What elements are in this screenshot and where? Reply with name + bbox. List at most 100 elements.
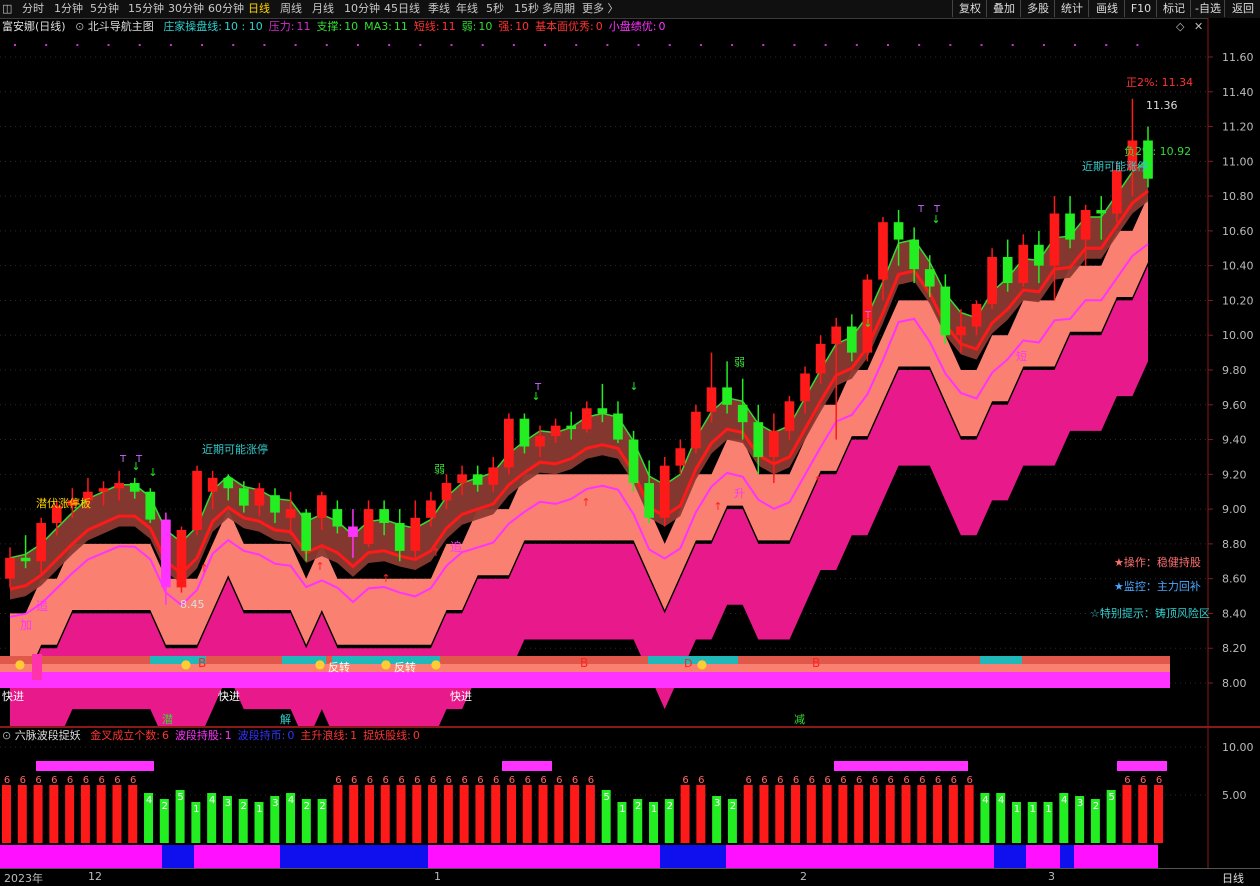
lines-bar-label: 6 [888, 775, 894, 786]
tab-5[interactable]: 60分钟 [208, 1, 244, 17]
period-label[interactable]: 日线 [1222, 870, 1244, 886]
tab-0[interactable]: 分时 [22, 1, 44, 17]
lines-bar-label: 3 [225, 798, 231, 809]
lines-bar [112, 785, 122, 843]
lines-bar [333, 785, 343, 843]
lines-bar-label: 1 [1030, 804, 1036, 815]
tab-12[interactable]: 年线 [456, 1, 478, 17]
sub-chart[interactable]: 5.0010.006 6 6 6 6 6 6 6 642514 3 2 13 42 26 6 6 6 6 6 6 6 6 6… [0, 728, 1260, 868]
tab-16[interactable]: 更多 〉 [582, 1, 619, 17]
up-arrow-icon: ↑ [813, 474, 822, 487]
lines-bar [696, 785, 706, 843]
strip-3 [0, 672, 1170, 688]
up-arrow-icon: ↑ [315, 560, 324, 573]
candle-body [316, 495, 327, 518]
toolbar-button-0[interactable]: 复权 [952, 0, 987, 17]
toolbar-button-2[interactable]: 多股 [1020, 0, 1055, 17]
signal-dot [793, 44, 796, 46]
period-toolbar: ◫ 分时 1分钟 5分钟 15分钟 30分钟 60分钟 日线 周线 月线 10分钟 45日线 季线 年线… [0, 0, 1260, 19]
y-tick-label: 11.40 [1222, 86, 1254, 99]
lines-bar-label: 6 [51, 775, 57, 786]
tab-7[interactable]: 周线 [280, 1, 302, 17]
moneybag-icon: ● [381, 657, 391, 671]
candle-body [394, 523, 405, 551]
lines-bar-label: 6 [430, 775, 436, 786]
candle-body [270, 495, 280, 513]
candle-body [956, 326, 966, 336]
candle-body [1111, 170, 1122, 214]
limit-up-label: 近期可能涨停 [202, 442, 268, 456]
lines-bar-label: 6 [383, 775, 389, 786]
main-chart[interactable]: 8.00 8.20 8.40 8.60 8.80 9.00 9.20 9.40 9.60 9.80… [0, 18, 1260, 726]
candle-body [1096, 210, 1107, 214]
lines-bar [33, 785, 43, 843]
up-arrow-icon: ↑ [199, 562, 208, 575]
tab-8[interactable]: 月线 [312, 1, 334, 17]
candle-body [207, 477, 218, 492]
window-icon[interactable]: ◫ [2, 1, 12, 17]
tab-6[interactable]: 日线 [248, 1, 270, 17]
moneybag-icon: ● [431, 657, 441, 671]
tab-14[interactable]: 15秒 [514, 1, 539, 17]
candle-body [831, 326, 842, 344]
lines-bar [443, 785, 453, 843]
lines-bar-label: 2 [162, 801, 168, 812]
lines-bar-label: 6 [367, 775, 373, 786]
lines-bar-label: 6 [461, 775, 467, 786]
toolbar-button-5[interactable]: F10 [1124, 0, 1157, 17]
candle-body [800, 373, 810, 402]
candle-body [613, 413, 623, 440]
chase-label: 追 [36, 598, 48, 613]
sub-y-tick-label: 10.00 [1222, 741, 1254, 754]
tab-13[interactable]: 5秒 [486, 1, 504, 17]
candle-body [145, 491, 156, 520]
lines-bar [396, 785, 406, 843]
lines-bar [554, 785, 564, 843]
tab-2[interactable]: 5分钟 [90, 1, 119, 17]
up-arrow-icon: ↑ [581, 496, 590, 509]
tab-9[interactable]: 10分钟 [344, 1, 380, 17]
limit-up-label: 近期可能涨停 [1082, 159, 1148, 173]
candle-body [597, 408, 608, 414]
lines-bar-label: 3 [1077, 798, 1083, 809]
candle-body [239, 488, 249, 506]
tab-4[interactable]: 30分钟 [168, 1, 204, 17]
toolbar-button-4[interactable]: 画线 [1088, 0, 1125, 17]
signal-dot [263, 44, 266, 46]
cash-strip [660, 845, 726, 868]
candle-body [706, 387, 717, 412]
toolbar-button-7[interactable]: -自选 [1190, 0, 1225, 17]
y-tick-label: 10.80 [1222, 190, 1254, 203]
hold-strip [834, 761, 968, 771]
toolbar-button-6[interactable]: 标记 [1156, 0, 1191, 17]
lines-bar [538, 785, 548, 843]
moneybag-icon: ● [15, 657, 25, 671]
signal-dot [762, 44, 765, 46]
tab-10[interactable]: 45日线 [384, 1, 420, 17]
operation-label: ★操作：稳健持股 [1114, 555, 1201, 569]
pos2-label: 正2%: 11.34 [1126, 76, 1193, 89]
toolbar-button-1[interactable]: 叠加 [986, 0, 1021, 17]
tab-15[interactable]: 多周期 [542, 1, 575, 17]
lines-bar [948, 785, 958, 843]
lines-bar-label: 1 [651, 804, 657, 815]
down-arrow-icon: ↓ [863, 317, 872, 330]
y-tick-label: 8.60 [1222, 573, 1247, 586]
lines-bar [1122, 785, 1132, 843]
candle-body [846, 326, 857, 353]
toolbar-button-3[interactable]: 统计 [1054, 0, 1089, 17]
moneybag-icon: ● [181, 657, 191, 671]
lines-bar [2, 785, 11, 843]
tip-label: ☆特别提示：铸顶风险区 [1090, 606, 1210, 620]
toolbar-button-8[interactable]: 返回 [1224, 0, 1260, 17]
jian-label: 减 [794, 713, 805, 726]
add-label: 加 [20, 618, 32, 632]
lines-bar [80, 785, 90, 843]
candle-body [581, 408, 592, 430]
tab-1[interactable]: 1分钟 [54, 1, 83, 17]
tab-3[interactable]: 15分钟 [128, 1, 164, 17]
signal-dot [169, 44, 172, 46]
y-tick-label: 9.00 [1222, 503, 1247, 516]
candle-body [1018, 244, 1029, 284]
tab-11[interactable]: 季线 [428, 1, 450, 17]
